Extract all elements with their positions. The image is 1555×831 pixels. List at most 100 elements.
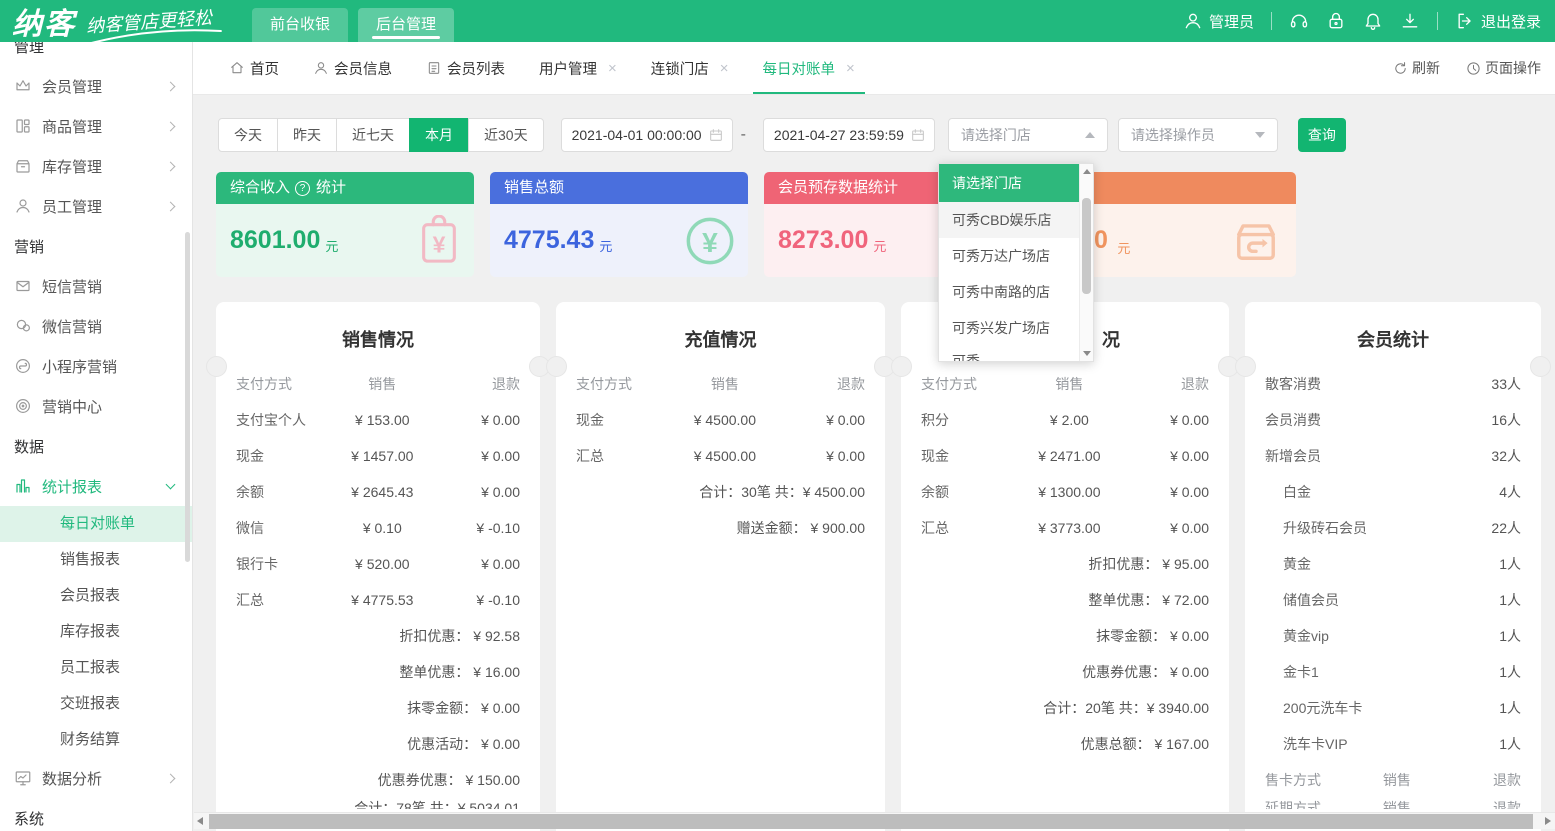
sidebar-item-statistic-reports[interactable]: 统计报表	[0, 466, 192, 506]
table-row: 余额¥ 2645.43¥ 0.00	[236, 474, 520, 510]
divider	[1437, 12, 1438, 30]
chevron-right-icon	[166, 201, 176, 211]
summary-line: 抹零金额： ¥ 0.00	[921, 618, 1209, 654]
sidebar-item-marketing-center[interactable]: 营销中心	[0, 386, 192, 426]
miniprogram-icon	[14, 357, 32, 375]
sidebar-section-marketing: 营销	[0, 226, 192, 266]
sidebar-item-data-analysis[interactable]: 数据分析	[0, 758, 192, 798]
sidebar-item-daily-statement[interactable]: 每日对账单	[0, 506, 192, 542]
brand-tagline: 纳客管店更轻松	[85, 4, 213, 39]
scrollbar-thumb[interactable]	[209, 814, 1533, 829]
scroll-right-arrow-icon[interactable]	[1545, 817, 1551, 825]
stat-row: 金卡11人	[1265, 654, 1521, 690]
summary-line: 优惠总额： ¥ 167.00	[921, 726, 1209, 762]
tab-member-list[interactable]: 会员列表	[416, 42, 515, 94]
bell-icon[interactable]	[1363, 11, 1383, 31]
panel-consume: 况 支付方式销售退款 积分¥ 2.00¥ 0.00 现金¥ 2471.00¥ 0…	[901, 302, 1229, 831]
table-header: 支付方式销售退款	[236, 366, 520, 402]
start-date-input[interactable]: 2021-04-01 00:00:00	[561, 118, 733, 152]
store-select[interactable]: 请选择门店	[948, 118, 1108, 152]
dropdown-option-clipped[interactable]: 可秀	[939, 346, 1079, 362]
dropdown-option[interactable]: 可秀CBD娱乐店	[939, 202, 1079, 238]
logout-button[interactable]: 退出登录	[1455, 11, 1541, 32]
tab-member-info[interactable]: 会员信息	[303, 42, 402, 94]
panel-sales: 销售情况 支付方式销售退款 支付宝个人¥ 153.00¥ 0.00 现金¥ 14…	[216, 302, 540, 831]
dropdown-scrollbar[interactable]	[1079, 164, 1093, 361]
dropdown-option-placeholder[interactable]: 请选择门店	[939, 164, 1079, 202]
operator-select[interactable]: 请选择操作员	[1118, 118, 1278, 152]
summary-line: 整单优惠： ¥ 72.00	[921, 582, 1209, 618]
sidebar-item-finance-settlement[interactable]: 财务结算	[0, 722, 192, 758]
divider	[1271, 12, 1272, 30]
tab-daily-statement[interactable]: 每日对账单 ×	[753, 42, 865, 94]
chevron-right-icon	[166, 81, 176, 91]
card-title: 销售总额	[504, 172, 564, 204]
range-today[interactable]: 今天	[218, 118, 278, 152]
admin-user[interactable]: 管理员	[1183, 11, 1254, 32]
table-row: 余额¥ 1300.00¥ 0.00	[921, 474, 1209, 510]
stat-row: 200元洗车卡1人	[1265, 690, 1521, 726]
sidebar-item-member-report[interactable]: 会员报表	[0, 578, 192, 614]
lock-icon[interactable]	[1326, 11, 1346, 31]
query-button[interactable]: 查询	[1298, 118, 1346, 152]
download-icon[interactable]	[1400, 11, 1420, 31]
dropdown-option[interactable]: 可秀兴发广场店	[939, 310, 1079, 346]
sidebar-item-inventory-report[interactable]: 库存报表	[0, 614, 192, 650]
page-operations-button[interactable]: 页面操作	[1466, 58, 1541, 78]
bar-chart-icon	[14, 477, 32, 495]
scroll-left-arrow-icon[interactable]	[197, 817, 203, 825]
tab-home[interactable]: 首页	[219, 42, 289, 94]
card-value: 8601.00	[230, 226, 320, 255]
sidebar-item-inventory-management[interactable]: 库存管理	[0, 146, 192, 186]
summary-line: 合计：30笔 共：¥ 4500.00	[576, 474, 865, 510]
sidebar-item-staff-report[interactable]: 员工报表	[0, 650, 192, 686]
support-headset-icon[interactable]	[1289, 11, 1309, 31]
nav-backend-admin[interactable]: 后台管理	[358, 8, 454, 42]
table-row: 汇总¥ 4775.53¥ -0.10	[236, 582, 520, 618]
scroll-down-arrow-icon[interactable]	[1083, 351, 1091, 356]
wechat-icon	[14, 317, 32, 335]
chevron-down-icon	[166, 479, 176, 489]
sidebar-item-sales-report[interactable]: 销售报表	[0, 542, 192, 578]
scroll-up-arrow-icon[interactable]	[1083, 169, 1091, 174]
dropdown-option[interactable]: 可秀中南路的店	[939, 274, 1079, 310]
sidebar-item-shift-report[interactable]: 交班报表	[0, 686, 192, 722]
sidebar-scrollbar[interactable]	[185, 232, 190, 562]
sidebar-item-staff-management[interactable]: 员工管理	[0, 186, 192, 226]
sidebar-item-wechat-marketing[interactable]: 微信营销	[0, 306, 192, 346]
horizontal-scrollbar[interactable]	[194, 812, 1555, 829]
table-row: 汇总¥ 4500.00¥ 0.00	[576, 438, 865, 474]
top-header-bar: 纳客 纳客管店更轻松 前台收银 后台管理 管理员 退出登录	[0, 0, 1555, 42]
help-icon[interactable]: ?	[295, 181, 310, 196]
range-last30days[interactable]: 近30天	[468, 118, 544, 152]
crown-icon	[14, 77, 32, 95]
sidebar-item-sms-marketing[interactable]: 短信营销	[0, 266, 192, 306]
tab-user-management[interactable]: 用户管理 ×	[529, 42, 627, 94]
monitor-icon	[14, 769, 32, 787]
range-last7days[interactable]: 近七天	[336, 118, 410, 152]
close-icon[interactable]: ×	[846, 60, 855, 77]
nav-front-cashier[interactable]: 前台收银	[252, 8, 348, 42]
member-icon	[313, 60, 329, 76]
document-icon	[426, 60, 442, 76]
tab-chain-stores[interactable]: 连锁门店 ×	[641, 42, 739, 94]
range-this-month[interactable]: 本月	[409, 118, 469, 152]
range-yesterday[interactable]: 昨天	[277, 118, 337, 152]
sidebar-item-miniprogram-marketing[interactable]: 小程序营销	[0, 346, 192, 386]
sidebar-item-member-management[interactable]: 会员管理	[0, 66, 192, 106]
dropdown-option[interactable]: 可秀万达广场店	[939, 238, 1079, 274]
summary-line: 优惠活动： ¥ 0.00	[236, 726, 520, 762]
staff-icon	[14, 197, 32, 215]
caret-up-icon	[1085, 132, 1095, 138]
end-date-input[interactable]: 2021-04-27 23:59:59	[763, 118, 935, 152]
summary-line: 合计：20笔 共：¥ 3940.00	[921, 690, 1209, 726]
chevron-right-icon	[166, 161, 176, 171]
close-icon[interactable]: ×	[608, 60, 617, 77]
close-icon[interactable]: ×	[720, 60, 729, 77]
summary-line: 赠送金额： ¥ 900.00	[576, 510, 865, 546]
summary-line: 折扣优惠： ¥ 95.00	[921, 546, 1209, 582]
sidebar-item-goods-management[interactable]: 商品管理	[0, 106, 192, 146]
refresh-button[interactable]: 刷新	[1393, 58, 1440, 78]
stat-row: 散客消费33人	[1265, 366, 1521, 402]
scrollbar-thumb[interactable]	[1082, 198, 1091, 294]
